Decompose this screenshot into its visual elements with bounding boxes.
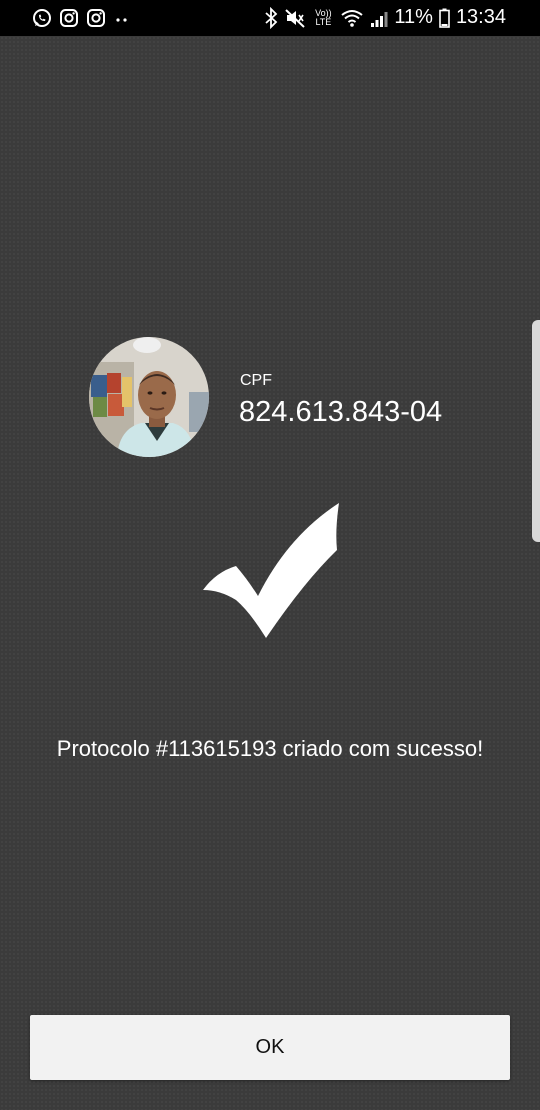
battery-percent: 11% xyxy=(394,6,433,28)
whatsapp-icon xyxy=(33,9,51,27)
edge-panel-handle[interactable] xyxy=(532,320,540,542)
system-icons: Vo)) LTE 11% 13:34 xyxy=(264,6,506,29)
ok-button[interactable]: OK xyxy=(30,1015,510,1080)
profile-photo xyxy=(89,337,209,457)
battery-icon xyxy=(439,8,450,28)
signal-icon xyxy=(371,11,388,27)
notification-icons xyxy=(32,8,131,28)
cpf-value: 824.613.843-04 xyxy=(239,396,443,428)
instagram-icon xyxy=(87,9,105,27)
success-message: Protocolo #113615193 criado com sucesso! xyxy=(56,736,484,761)
wifi-icon xyxy=(341,9,364,27)
cpf-label: CPF xyxy=(240,372,272,389)
bluetooth-icon xyxy=(265,6,278,29)
clock: 13:34 xyxy=(455,6,506,28)
more-notifications-icon xyxy=(116,18,127,22)
status-bar: Vo)) LTE 11% 13:34 xyxy=(0,0,540,36)
checkmark-icon xyxy=(203,503,339,638)
instagram-icon xyxy=(60,9,78,27)
volte-icon: Vo)) LTE xyxy=(315,7,332,27)
avatar xyxy=(89,337,209,457)
mute-icon xyxy=(285,8,306,28)
